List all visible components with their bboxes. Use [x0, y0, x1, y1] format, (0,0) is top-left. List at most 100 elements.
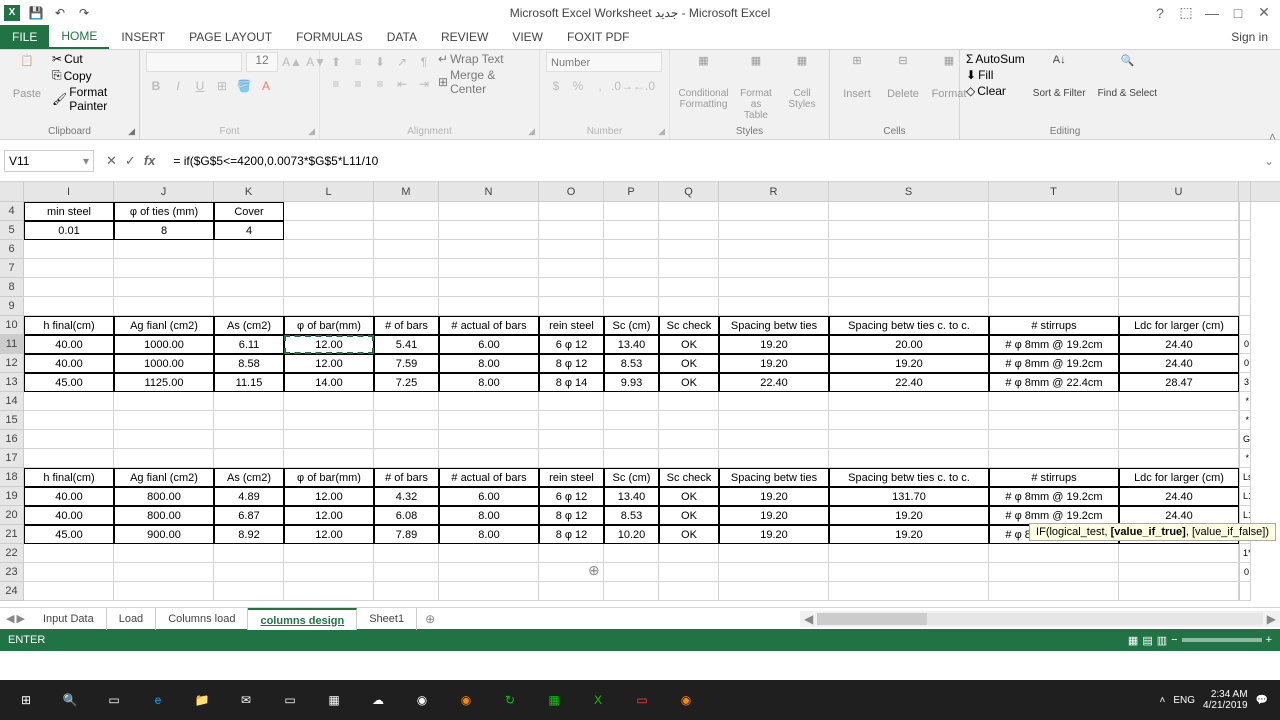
cell[interactable] [604, 392, 659, 411]
cell[interactable] [604, 278, 659, 297]
cell[interactable]: φ of bar(mm) [284, 468, 374, 487]
fill-button[interactable]: ⬇ Fill [966, 68, 1025, 82]
cell[interactable] [284, 202, 374, 221]
app-icon[interactable]: ▦ [312, 682, 356, 718]
cell[interactable] [719, 411, 829, 430]
col-header[interactable]: O [539, 182, 604, 201]
cell[interactable] [719, 278, 829, 297]
name-box[interactable]: V11▾ [4, 150, 94, 172]
cell[interactable]: 3 [1239, 373, 1251, 392]
cell[interactable]: 8 [114, 221, 214, 240]
cell[interactable] [989, 221, 1119, 240]
cell[interactable] [1119, 430, 1239, 449]
cell[interactable] [659, 582, 719, 601]
cell[interactable]: 8.53 [604, 506, 659, 525]
cell[interactable] [439, 259, 539, 278]
cell[interactable]: 11.15 [214, 373, 284, 392]
cell[interactable]: 1000.00 [114, 354, 214, 373]
sheet-tab[interactable]: Load [107, 608, 156, 630]
sort-filter-button[interactable]: A↓Sort & Filter [1029, 52, 1090, 101]
cell[interactable]: 12.00 [284, 354, 374, 373]
cell[interactable] [439, 430, 539, 449]
font-dialog-icon[interactable]: ◢ [308, 126, 315, 137]
cell[interactable] [1239, 316, 1251, 335]
cell[interactable] [24, 449, 114, 468]
cell[interactable] [829, 202, 989, 221]
cell[interactable] [284, 563, 374, 582]
cell[interactable] [989, 582, 1119, 601]
cell[interactable] [539, 411, 604, 430]
cell[interactable] [829, 563, 989, 582]
cell[interactable] [604, 449, 659, 468]
cell[interactable]: 22.40 [829, 373, 989, 392]
cell[interactable] [214, 278, 284, 297]
cell[interactable] [659, 430, 719, 449]
row-header[interactable]: 16 [0, 430, 24, 449]
cell[interactable] [114, 240, 214, 259]
cell[interactable] [114, 544, 214, 563]
tab-formulas[interactable]: FORMULAS [284, 25, 375, 49]
cell[interactable]: Spacing betw ties [719, 468, 829, 487]
row-header[interactable]: 7 [0, 259, 24, 278]
merge-center-button[interactable]: ⊞ Merge & Center [438, 68, 533, 96]
cell[interactable] [719, 259, 829, 278]
cell[interactable]: 8 φ 14 [539, 373, 604, 392]
tray-lang[interactable]: ENG [1173, 695, 1195, 706]
cell[interactable] [1239, 259, 1251, 278]
cell[interactable]: φ of ties (mm) [114, 202, 214, 221]
cell[interactable]: 6 φ 12 [539, 487, 604, 506]
cell[interactable]: Ldc for larger (cm) [1119, 468, 1239, 487]
cell[interactable]: 24.40 [1119, 335, 1239, 354]
sheet-nav-prev-icon[interactable]: ◀ [6, 612, 14, 625]
cell[interactable]: # of bars [374, 468, 439, 487]
row-header[interactable]: 15 [0, 411, 24, 430]
col-header[interactable]: P [604, 182, 659, 201]
view-page-icon[interactable]: ▤ [1142, 634, 1152, 647]
row-header[interactable]: 23 [0, 563, 24, 582]
row-header[interactable]: 12 [0, 354, 24, 373]
cell[interactable] [539, 202, 604, 221]
cell[interactable] [214, 563, 284, 582]
formula-input[interactable] [169, 150, 1258, 172]
app-icon[interactable]: ▦ [532, 682, 576, 718]
cell[interactable] [374, 392, 439, 411]
tab-page-layout[interactable]: PAGE LAYOUT [177, 25, 284, 49]
cell[interactable]: 8.00 [439, 354, 539, 373]
cell[interactable]: 20.00 [829, 335, 989, 354]
zoom-in-icon[interactable]: + [1266, 634, 1272, 646]
cell[interactable] [374, 411, 439, 430]
cell[interactable] [604, 297, 659, 316]
cell[interactable] [374, 297, 439, 316]
cell[interactable] [284, 221, 374, 240]
cell[interactable]: Spacing betw ties [719, 316, 829, 335]
cell[interactable] [719, 297, 829, 316]
cell[interactable] [1119, 392, 1239, 411]
cell[interactable] [1119, 297, 1239, 316]
cell[interactable] [114, 259, 214, 278]
notifications-icon[interactable]: 💬 [1256, 695, 1268, 706]
explorer-icon[interactable]: 📁 [180, 682, 224, 718]
select-all-corner[interactable] [0, 182, 24, 201]
cell[interactable]: * [1239, 392, 1251, 411]
cancel-formula-icon[interactable]: ✕ [106, 153, 117, 169]
enter-formula-icon[interactable]: ✓ [125, 153, 136, 169]
cell[interactable]: 0 [1239, 335, 1251, 354]
dec-decimal-icon[interactable]: ←.0 [634, 76, 654, 96]
cell[interactable] [114, 563, 214, 582]
row-header[interactable]: 20 [0, 506, 24, 525]
cell[interactable] [439, 392, 539, 411]
cell[interactable]: 8 φ 12 [539, 525, 604, 544]
cell[interactable]: 24.40 [1119, 354, 1239, 373]
format-painter-button[interactable]: 🖌 Format Painter [52, 85, 133, 113]
cell[interactable]: G [1239, 430, 1251, 449]
cell[interactable] [604, 544, 659, 563]
find-select-button[interactable]: 🔍Find & Select [1094, 52, 1161, 101]
cell[interactable] [989, 563, 1119, 582]
paste-button[interactable]: 📋Paste [6, 52, 48, 102]
new-sheet-icon[interactable]: ⊕ [417, 612, 443, 626]
wrap-text-button[interactable]: ↵ Wrap Text [438, 52, 533, 66]
cell[interactable]: Spacing betw ties c. to c. [829, 316, 989, 335]
cell[interactable]: 6.00 [439, 335, 539, 354]
cell[interactable]: 24.40 [1119, 487, 1239, 506]
row-header[interactable]: 19 [0, 487, 24, 506]
